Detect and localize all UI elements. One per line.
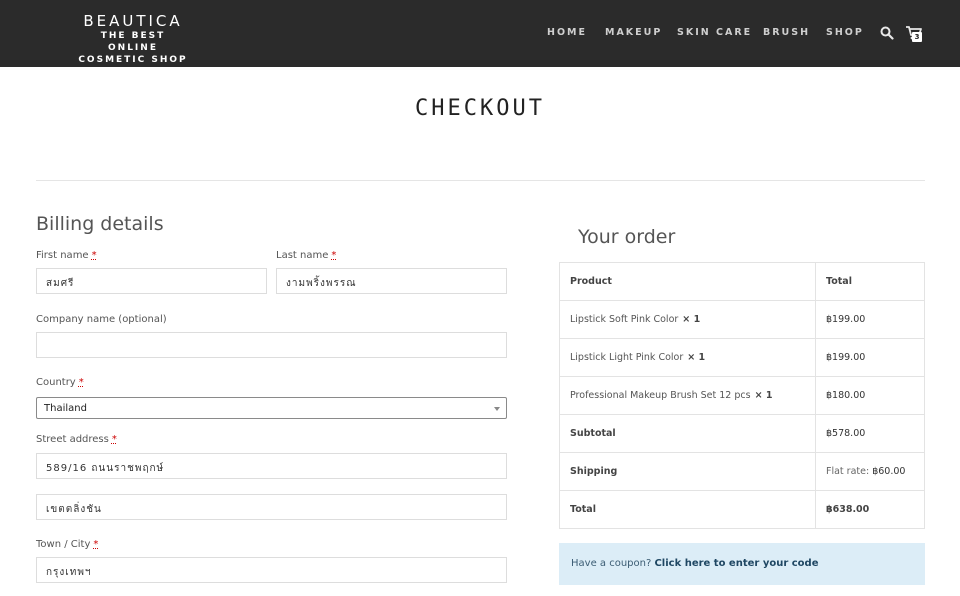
total-value: ฿638.00: [815, 490, 925, 529]
country-selected-value: Thailand: [44, 403, 87, 414]
nav-brush[interactable]: BRUSH: [763, 27, 810, 39]
order-item-qty: × 1: [682, 314, 701, 325]
table-header-row: Product Total: [559, 262, 925, 301]
order-item-cell: Lipstick Light Pink Color × 1: [559, 338, 816, 377]
shipping-value: ฿60.00: [872, 466, 906, 477]
subtotal-row: Subtotal ฿578.00: [559, 414, 925, 453]
last-name-label: Last name *: [276, 250, 336, 261]
shipping-method: Flat rate:: [826, 466, 873, 477]
street-address-line-2-field[interactable]: เขตตลิ่งชัน: [36, 494, 507, 520]
street-address-field[interactable]: 589/16 ถนนราชพฤกษ์: [36, 453, 507, 479]
country-label: Country *: [36, 377, 84, 388]
nav-skin-care[interactable]: SKIN CARE: [677, 27, 752, 39]
company-label: Company name (optional): [36, 314, 167, 325]
shipping-cell: Flat rate: ฿60.00: [815, 452, 925, 491]
brand-tagline-line-2: COSMETIC SHOP: [78, 55, 188, 65]
first-name-label: First name *: [36, 250, 97, 261]
total-label: Total: [559, 490, 816, 529]
subtotal-value: ฿578.00: [815, 414, 925, 453]
required-marker: *: [111, 434, 117, 445]
coupon-notice: Have a coupon? Click here to enter your …: [559, 543, 925, 585]
site-logo[interactable]: BEAUTICA THE BEST ONLINE COSMETIC SHOP: [78, 12, 188, 66]
last-name-label-text: Last name: [276, 250, 329, 261]
order-item-total: ฿199.00: [815, 300, 925, 339]
required-marker: *: [93, 539, 99, 550]
chevron-down-icon: [494, 407, 500, 411]
table-row: Professional Makeup Brush Set 12 pcs × 1 …: [559, 376, 925, 415]
order-item-total: ฿199.00: [815, 338, 925, 377]
last-name-field[interactable]: งามพริ้งพรรณ: [276, 268, 507, 294]
street-address-label-text: Street address: [36, 434, 109, 445]
table-row: Lipstick Soft Pink Color × 1 ฿199.00: [559, 300, 925, 339]
page-title: CHECKOUT: [415, 96, 545, 121]
required-marker: *: [331, 250, 337, 261]
coupon-link[interactable]: Click here to enter your code: [654, 558, 818, 569]
order-item-name: Lipstick Light Pink Color: [570, 352, 684, 363]
cart-count-badge: 3: [912, 32, 922, 42]
brand-tagline-line-1: THE BEST ONLINE: [100, 31, 166, 53]
column-header-total: Total: [815, 262, 925, 301]
nav-makeup[interactable]: MAKEUP: [605, 27, 662, 39]
order-item-cell: Professional Makeup Brush Set 12 pcs × 1: [559, 376, 816, 415]
column-header-product: Product: [559, 262, 816, 301]
first-name-label-text: First name: [36, 250, 89, 261]
order-item-qty: × 1: [754, 390, 773, 401]
total-row: Total ฿638.00: [559, 490, 925, 529]
title-divider: [36, 180, 925, 181]
country-label-text: Country: [36, 377, 76, 388]
nav-shop[interactable]: SHOP: [826, 27, 864, 39]
shipping-label: Shipping: [559, 452, 816, 491]
required-marker: *: [91, 250, 97, 261]
company-field[interactable]: [36, 332, 507, 358]
order-summary-table: Product Total Lipstick Soft Pink Color × …: [559, 262, 925, 529]
shipping-row: Shipping Flat rate: ฿60.00: [559, 452, 925, 491]
order-heading: Your order: [578, 226, 676, 248]
first-name-field[interactable]: สมศรี: [36, 268, 267, 294]
billing-heading: Billing details: [36, 213, 164, 235]
country-select[interactable]: Thailand: [36, 397, 507, 419]
city-field[interactable]: กรุงเทพฯ: [36, 557, 507, 583]
required-marker: *: [78, 377, 84, 388]
city-label-text: Town / City: [36, 539, 91, 550]
search-icon[interactable]: [880, 26, 894, 40]
order-item-name: Professional Makeup Brush Set 12 pcs: [570, 390, 751, 401]
nav-home[interactable]: HOME: [547, 27, 587, 39]
brand-name: BEAUTICA: [83, 12, 183, 30]
site-header: BEAUTICA THE BEST ONLINE COSMETIC SHOP H…: [0, 0, 960, 67]
order-item-qty: × 1: [687, 352, 706, 363]
table-row: Lipstick Light Pink Color × 1 ฿199.00: [559, 338, 925, 377]
subtotal-label: Subtotal: [559, 414, 816, 453]
order-item-cell: Lipstick Soft Pink Color × 1: [559, 300, 816, 339]
order-item-name: Lipstick Soft Pink Color: [570, 314, 679, 325]
street-address-label: Street address *: [36, 434, 117, 445]
order-item-total: ฿180.00: [815, 376, 925, 415]
coupon-text: Have a coupon?: [571, 558, 655, 569]
city-label: Town / City *: [36, 539, 98, 550]
